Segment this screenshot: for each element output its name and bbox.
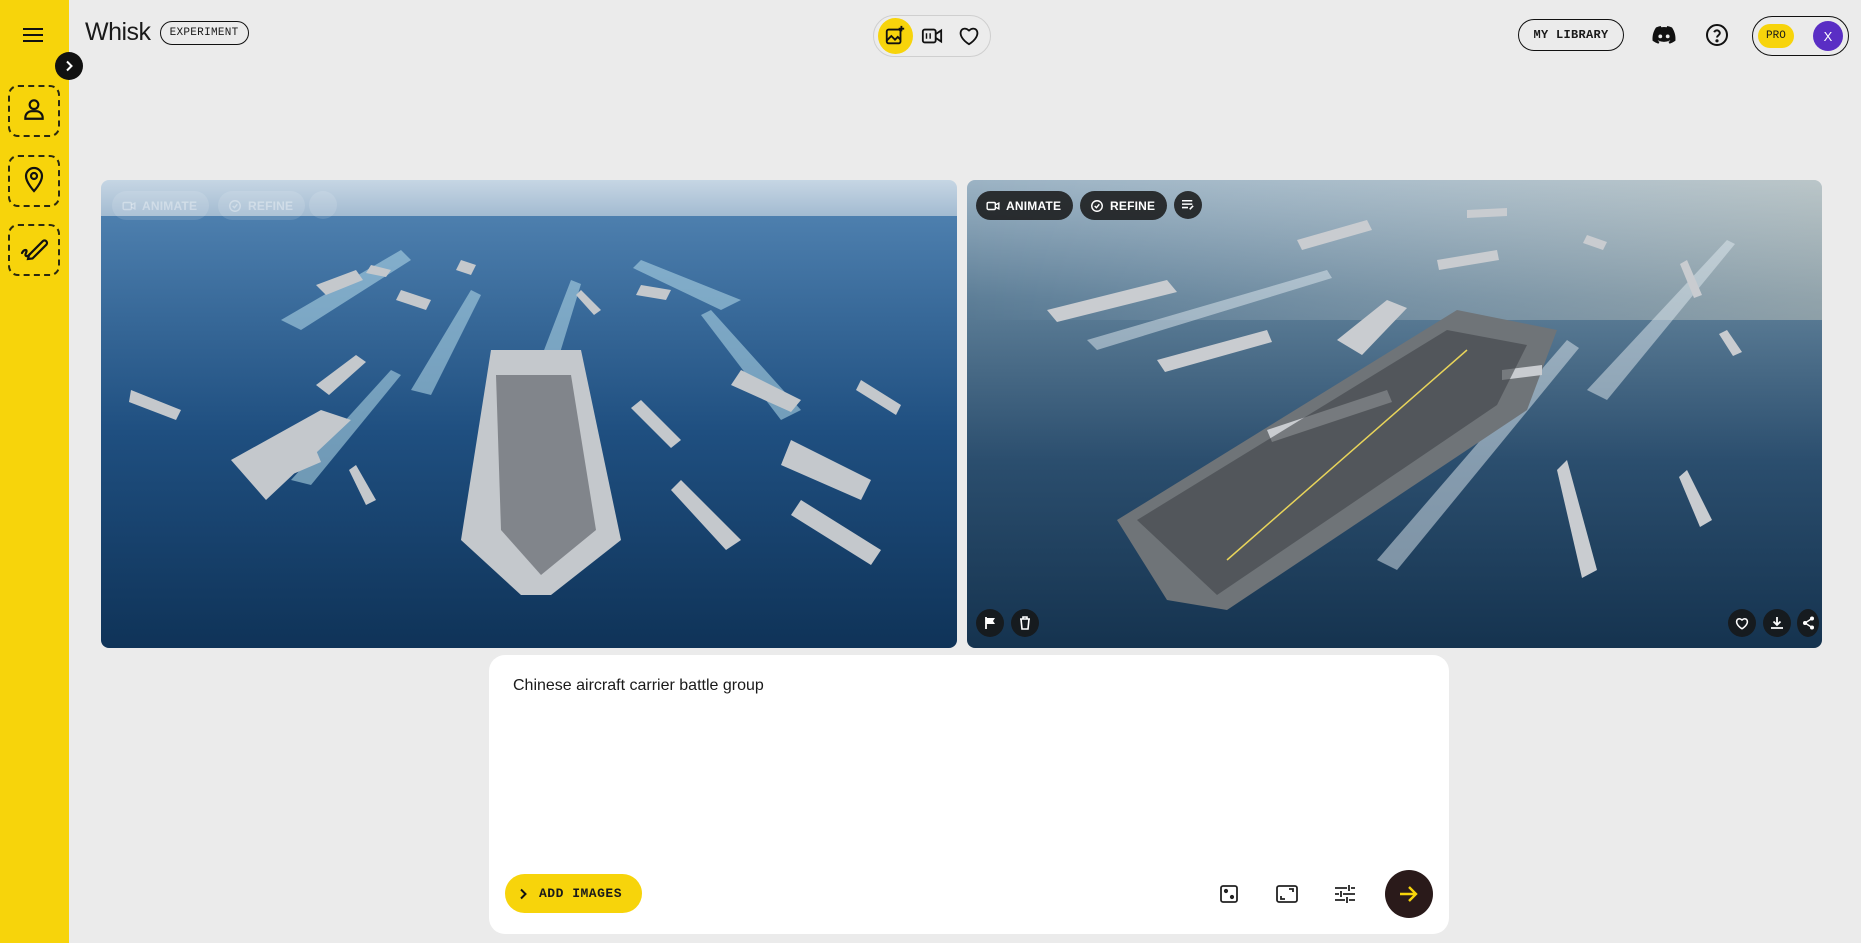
share-icon [1802,616,1814,630]
image-mode-button[interactable] [878,18,913,54]
video-animate-icon [921,28,943,44]
chevron-right-icon [66,60,73,72]
animate-button[interactable]: ANIMATE [112,191,210,220]
settings-sliders-icon[interactable] [1331,880,1359,908]
heart-icon [1735,617,1749,630]
flag-icon [984,617,995,629]
experiment-badge: EXPERIMENT [159,20,249,45]
favorite-button[interactable] [1728,609,1756,637]
refine-label: REFINE [248,198,294,213]
animate-label: ANIMATE [1006,198,1062,213]
refine-label: REFINE [1110,198,1156,213]
prompt-input[interactable]: Chinese aircraft carrier battle group [513,677,764,695]
download-icon [1771,617,1783,629]
delete-button[interactable] [1011,609,1039,637]
refine-button[interactable]: REFINE [1080,191,1168,220]
check-circle-icon [1091,199,1103,212]
add-images-button[interactable]: ADD IMAGES [505,874,642,913]
prompt-panel: Chinese aircraft carrier battle group AD… [489,655,1449,934]
share-button[interactable] [1797,609,1819,637]
dice-icon[interactable] [1215,880,1243,908]
arrow-right-icon [1400,886,1418,902]
location-pin-icon [22,165,46,198]
expand-rail-button[interactable] [55,52,83,80]
chevron-right-icon [520,888,527,899]
animate-button[interactable]: ANIMATE [976,191,1074,220]
video-animate-icon [986,201,1000,210]
prompt-details-button[interactable] [1174,191,1202,219]
generated-image-card-1[interactable]: ANIMATE REFINE [101,180,957,648]
discord-icon[interactable] [1650,21,1678,49]
subject-slot[interactable] [8,85,60,137]
prompt-details-button[interactable] [309,191,337,219]
notes-icon [1182,199,1194,210]
help-icon[interactable] [1703,21,1731,49]
left-rail [0,0,69,943]
aspect-ratio-icon[interactable] [1273,880,1301,908]
add-images-label: ADD IMAGES [539,886,623,901]
avatar: X [1813,21,1843,51]
report-button[interactable] [976,609,1004,637]
refine-button[interactable]: REFINE [218,191,306,220]
pro-badge: PRO [1758,24,1794,48]
heart-icon [959,27,978,46]
style-slot[interactable] [8,224,60,276]
animate-label: ANIMATE [142,198,198,213]
video-mode-button[interactable] [915,18,950,54]
video-animate-icon [122,201,136,210]
generated-image [101,180,957,648]
download-button[interactable] [1763,609,1791,637]
trash-icon [1020,616,1030,630]
generated-image [967,180,1822,648]
my-library-button[interactable]: MY LIBRARY [1518,19,1624,51]
scene-slot[interactable] [8,155,60,207]
person-icon [21,96,47,127]
brand: Whisk EXPERIMENT [85,18,249,47]
favorites-mode-button[interactable] [951,18,986,54]
submit-button[interactable] [1385,870,1433,918]
menu-icon[interactable] [16,20,50,50]
brush-icon [19,235,49,266]
mode-switch [873,15,991,57]
app-title[interactable]: Whisk [85,18,151,47]
generated-image-card-2[interactable]: ANIMATE REFINE [967,180,1822,648]
account-menu[interactable]: PRO X [1752,16,1849,56]
image-sparkle-icon [886,25,905,45]
check-circle-icon [229,199,241,212]
